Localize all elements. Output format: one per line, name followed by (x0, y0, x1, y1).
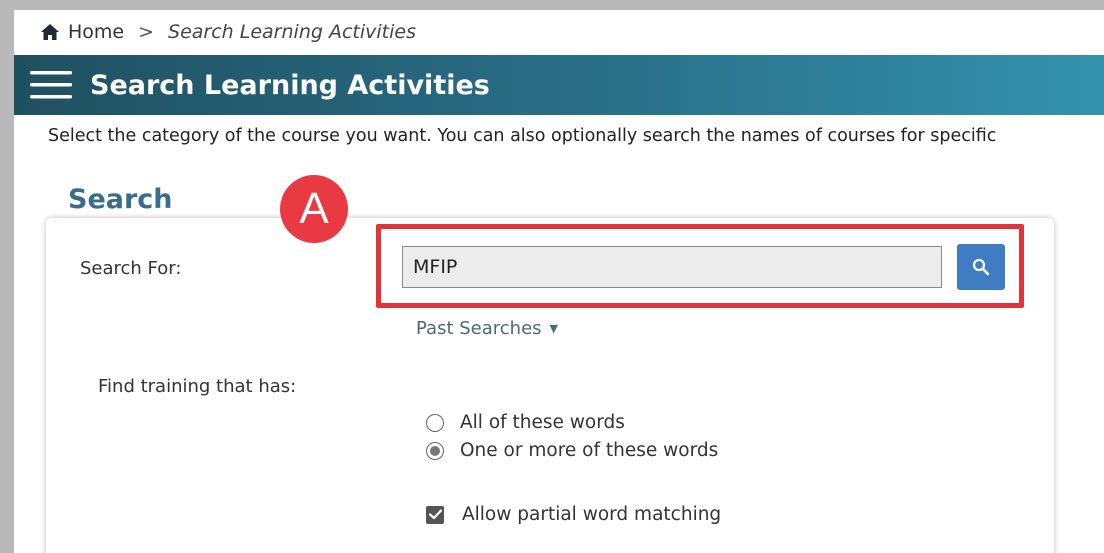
breadcrumb: Home > Search Learning Activities (40, 20, 416, 44)
breadcrumb-separator: > (138, 21, 155, 43)
search-for-label: Search For: (80, 258, 182, 279)
checkmark-icon (428, 509, 442, 520)
breadcrumb-home-link[interactable]: Home (68, 21, 124, 43)
triangle-down-icon: ▼ (549, 322, 558, 335)
radio-button[interactable] (426, 413, 444, 432)
annotation-highlight-box (376, 224, 1024, 308)
tab-search[interactable]: Search (68, 184, 173, 222)
find-training-label: Find training that has: (98, 376, 297, 397)
home-icon[interactable] (40, 23, 60, 41)
past-searches-label: Past Searches (416, 318, 542, 339)
past-searches-dropdown[interactable]: Past Searches ▼ (416, 318, 558, 339)
page: Home > Search Learning Activities Search… (14, 10, 1104, 553)
hamburger-menu-icon[interactable] (30, 70, 72, 100)
radio-button[interactable] (426, 441, 444, 460)
partial-match-option[interactable]: Allow partial word matching (426, 504, 721, 525)
radio-label: All of these words (460, 412, 625, 433)
page-title: Search Learning Activities (90, 69, 490, 101)
header-bar: Search Learning Activities (14, 55, 1104, 115)
partial-match-label: Allow partial word matching (462, 504, 722, 525)
annotation-badge: A (280, 175, 348, 243)
intro-text: Select the category of the course you wa… (48, 126, 997, 146)
radio-one-or-more-words[interactable]: One or more of these words (426, 440, 718, 461)
partial-match-checkbox[interactable] (426, 505, 444, 524)
radio-all-words[interactable]: All of these words (426, 412, 625, 433)
breadcrumb-current: Search Learning Activities (168, 21, 416, 43)
radio-label: One or more of these words (460, 440, 719, 461)
